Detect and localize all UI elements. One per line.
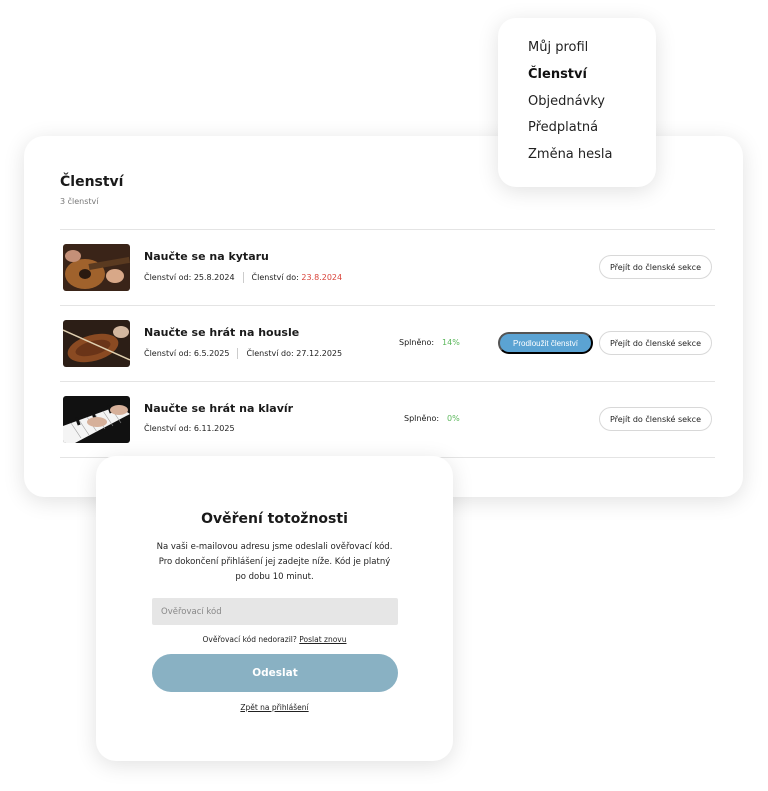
guitar-thumbnail	[63, 244, 130, 291]
membership-count: 3 členství	[60, 197, 99, 206]
back-to-login-link[interactable]: Zpět na přihlášení	[96, 703, 453, 712]
progress-label: Splněno:	[404, 414, 440, 423]
membership-from-date: 6.5.2025	[193, 349, 230, 358]
course-dates: Členství od: 25.8.2024 Členství do: 23.8…	[144, 272, 342, 283]
separator	[242, 272, 244, 283]
membership-to-label: Členství do:	[246, 349, 294, 358]
verification-card: Ověření totožnosti Na vaši e-mailovou ad…	[96, 456, 453, 761]
course-name: Naučte se hrát na housle	[144, 326, 300, 339]
go-to-member-section-button[interactable]: Přejít do členské sekce	[599, 331, 712, 355]
go-to-member-section-button[interactable]: Přejít do členské sekce	[599, 255, 712, 279]
membership-row-guitar: Naučte se na kytaru Členství od: 25.8.20…	[60, 230, 715, 305]
account-menu-list: Můj profil Členství Objednávky Předplatn…	[528, 38, 613, 172]
submit-button[interactable]: Odeslat	[152, 654, 398, 692]
membership-row-piano: Naučte se hrát na klavír Členství od: 6.…	[60, 382, 715, 457]
separator	[237, 348, 239, 359]
verification-description-line: po dobu 10 minut.	[235, 572, 314, 582]
membership-from-label: Členství od:	[144, 273, 192, 282]
course-dates: Členství od: 6.11.2025	[144, 424, 235, 433]
piano-thumbnail	[63, 396, 130, 443]
progress-label: Splněno:	[399, 338, 435, 347]
resend-prompt: Ověřovací kód nedorazil? Poslat znovu	[96, 635, 453, 644]
verification-description-line: Pro dokončení přihlášení jej zadejte níž…	[158, 557, 391, 567]
resend-link[interactable]: Poslat znovu	[299, 635, 346, 644]
membership-from-label: Členství od:	[144, 424, 192, 433]
membership-card: Členství 3 členství Naučte se na kytaru …	[24, 136, 743, 497]
resend-text: Ověřovací kód nedorazil?	[202, 635, 297, 644]
course-name: Naučte se na kytaru	[144, 250, 269, 263]
progress-value: 0%	[447, 414, 460, 423]
progress-value: 14%	[442, 338, 460, 347]
violin-thumbnail	[63, 320, 130, 367]
membership-to-date-expired: 23.8.2024	[301, 273, 343, 282]
membership-row-violin: Naučte se hrát na housle Členství od: 6.…	[60, 306, 715, 381]
menu-item-subscriptions[interactable]: Předplatná	[528, 118, 613, 145]
verification-description: Na vaši e-mailovou adresu jsme odeslali …	[152, 540, 397, 585]
account-menu: Můj profil Členství Objednávky Předplatn…	[498, 18, 656, 187]
menu-item-change-password[interactable]: Změna hesla	[528, 145, 613, 172]
membership-from-date: 6.11.2025	[193, 424, 235, 433]
verification-description-line: Na vaši e-mailovou adresu jsme odeslali …	[156, 542, 393, 552]
go-to-member-section-button[interactable]: Přejít do členské sekce	[599, 407, 712, 431]
membership-to-date: 27.12.2025	[296, 349, 343, 358]
verification-code-input[interactable]	[152, 598, 398, 625]
verification-title: Ověření totožnosti	[201, 511, 348, 527]
membership-from-label: Členství od:	[144, 349, 192, 358]
membership-title: Členství	[60, 174, 124, 190]
progress-indicator: Splněno: 0%	[404, 414, 460, 423]
extend-membership-button[interactable]: Prodloužit členství	[498, 332, 593, 354]
course-name: Naučte se hrát na klavír	[144, 402, 294, 415]
progress-indicator: Splněno: 14%	[399, 338, 460, 347]
menu-item-membership[interactable]: Členství	[528, 65, 613, 92]
membership-from-date: 25.8.2024	[193, 273, 235, 282]
menu-item-my-profile[interactable]: Můj profil	[528, 38, 613, 65]
membership-to-label: Členství do:	[251, 273, 299, 282]
course-dates: Členství od: 6.5.2025 Členství do: 27.12…	[144, 348, 342, 359]
menu-item-orders[interactable]: Objednávky	[528, 92, 613, 119]
